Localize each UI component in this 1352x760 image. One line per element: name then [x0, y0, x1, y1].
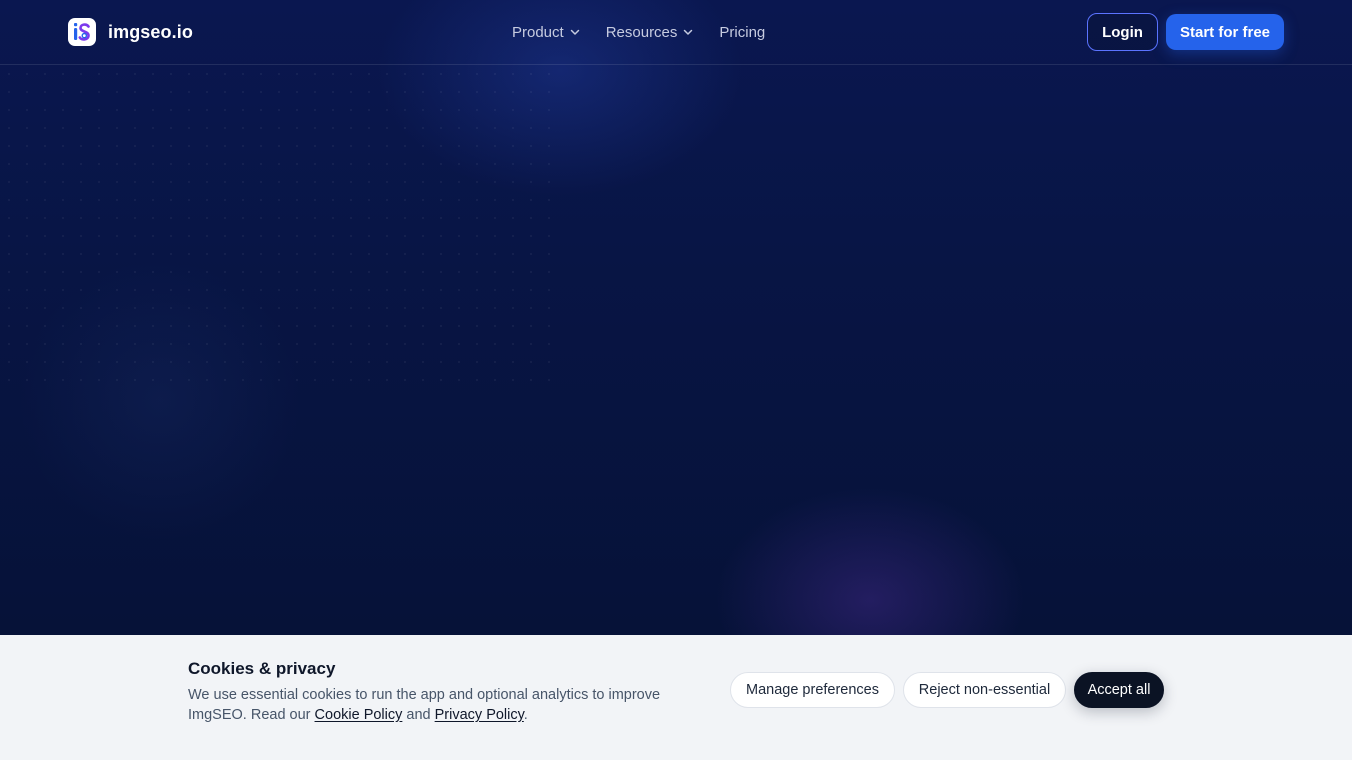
- nav-item-label: Product: [512, 23, 564, 41]
- cookie-text-and: and: [402, 707, 435, 723]
- site-header: imgseo.io Product Resources Pricing Logi…: [0, 0, 1352, 65]
- cookie-banner: Cookies & privacy We use essential cooki…: [0, 635, 1352, 760]
- login-button[interactable]: Login: [1087, 13, 1158, 51]
- chevron-down-icon: [683, 27, 693, 37]
- hero-background: [0, 0, 1352, 635]
- hero-dot-grid: [0, 65, 560, 385]
- chevron-down-icon: [570, 27, 580, 37]
- nav-item-resources[interactable]: Resources: [606, 24, 694, 41]
- nav-item-label: Resources: [605, 23, 678, 41]
- cookie-policy-link[interactable]: Cookie Policy: [315, 707, 403, 723]
- nav-item-pricing[interactable]: Pricing: [719, 24, 765, 41]
- cookie-banner-title: Cookies & privacy: [188, 659, 336, 678]
- start-for-free-button[interactable]: Start for free: [1166, 14, 1284, 50]
- brand-name: imgseo.io: [108, 21, 193, 42]
- manage-preferences-button[interactable]: Manage preferences: [730, 672, 895, 708]
- cookie-banner-text: We use essential cookies to run the app …: [188, 685, 688, 725]
- brand-logo-link[interactable]: imgseo.io: [68, 18, 193, 46]
- nav-item-label: Pricing: [719, 23, 766, 41]
- cookie-text-end: .: [523, 707, 528, 723]
- imgseo-logo-icon: [68, 18, 96, 46]
- reject-non-essential-button[interactable]: Reject non-essential: [903, 672, 1066, 708]
- nav-item-product[interactable]: Product: [512, 24, 580, 41]
- accept-all-button[interactable]: Accept all: [1074, 672, 1164, 708]
- privacy-policy-link[interactable]: Privacy Policy: [435, 707, 524, 723]
- main-nav: Product Resources Pricing: [512, 22, 791, 42]
